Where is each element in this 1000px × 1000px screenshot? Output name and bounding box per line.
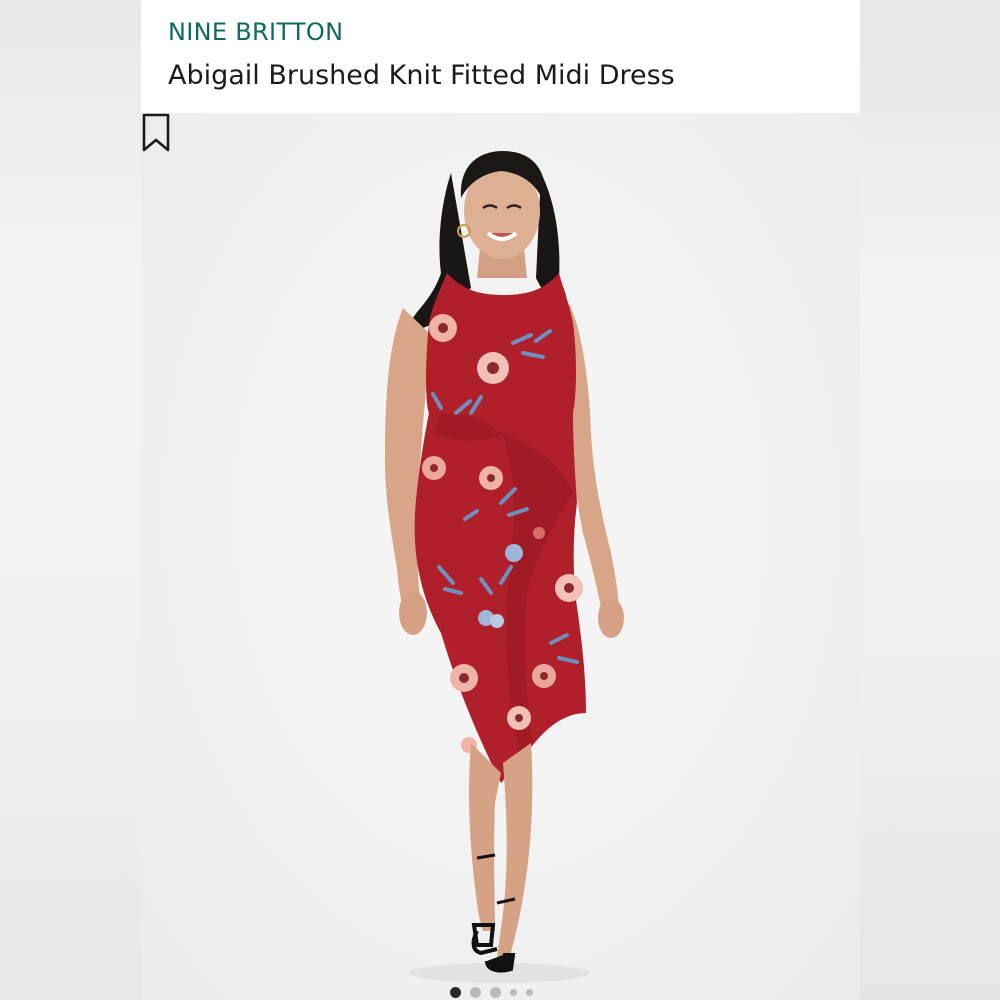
pager-dot-5[interactable] (526, 989, 533, 996)
pager-dot-4[interactable] (510, 989, 517, 996)
right-hand (598, 598, 624, 638)
left-leg (469, 743, 501, 931)
smile (486, 231, 518, 241)
left-hand (399, 591, 427, 635)
right-shoe (485, 953, 516, 973)
product-card: NINE BRITTON Abigail Brushed Knit Fitted… (141, 0, 860, 1000)
model-illustration (384, 151, 624, 983)
bookmark-icon[interactable] (141, 113, 171, 153)
dress (414, 273, 586, 783)
image-pager (450, 987, 533, 998)
screen: NINE BRITTON Abigail Brushed Knit Fitted… (0, 0, 1000, 1000)
product-title: Abigail Brushed Knit Fitted Midi Dress (168, 60, 675, 91)
pager-dot-1[interactable] (450, 987, 461, 998)
product-header: NINE BRITTON Abigail Brushed Knit Fitted… (141, 0, 860, 113)
brand-name[interactable]: NINE BRITTON (168, 18, 343, 46)
product-photo[interactable] (141, 113, 860, 1000)
pager-dot-3[interactable] (490, 987, 501, 998)
left-margin (0, 0, 141, 1000)
right-margin (860, 0, 1000, 1000)
pager-dot-2[interactable] (470, 987, 481, 998)
